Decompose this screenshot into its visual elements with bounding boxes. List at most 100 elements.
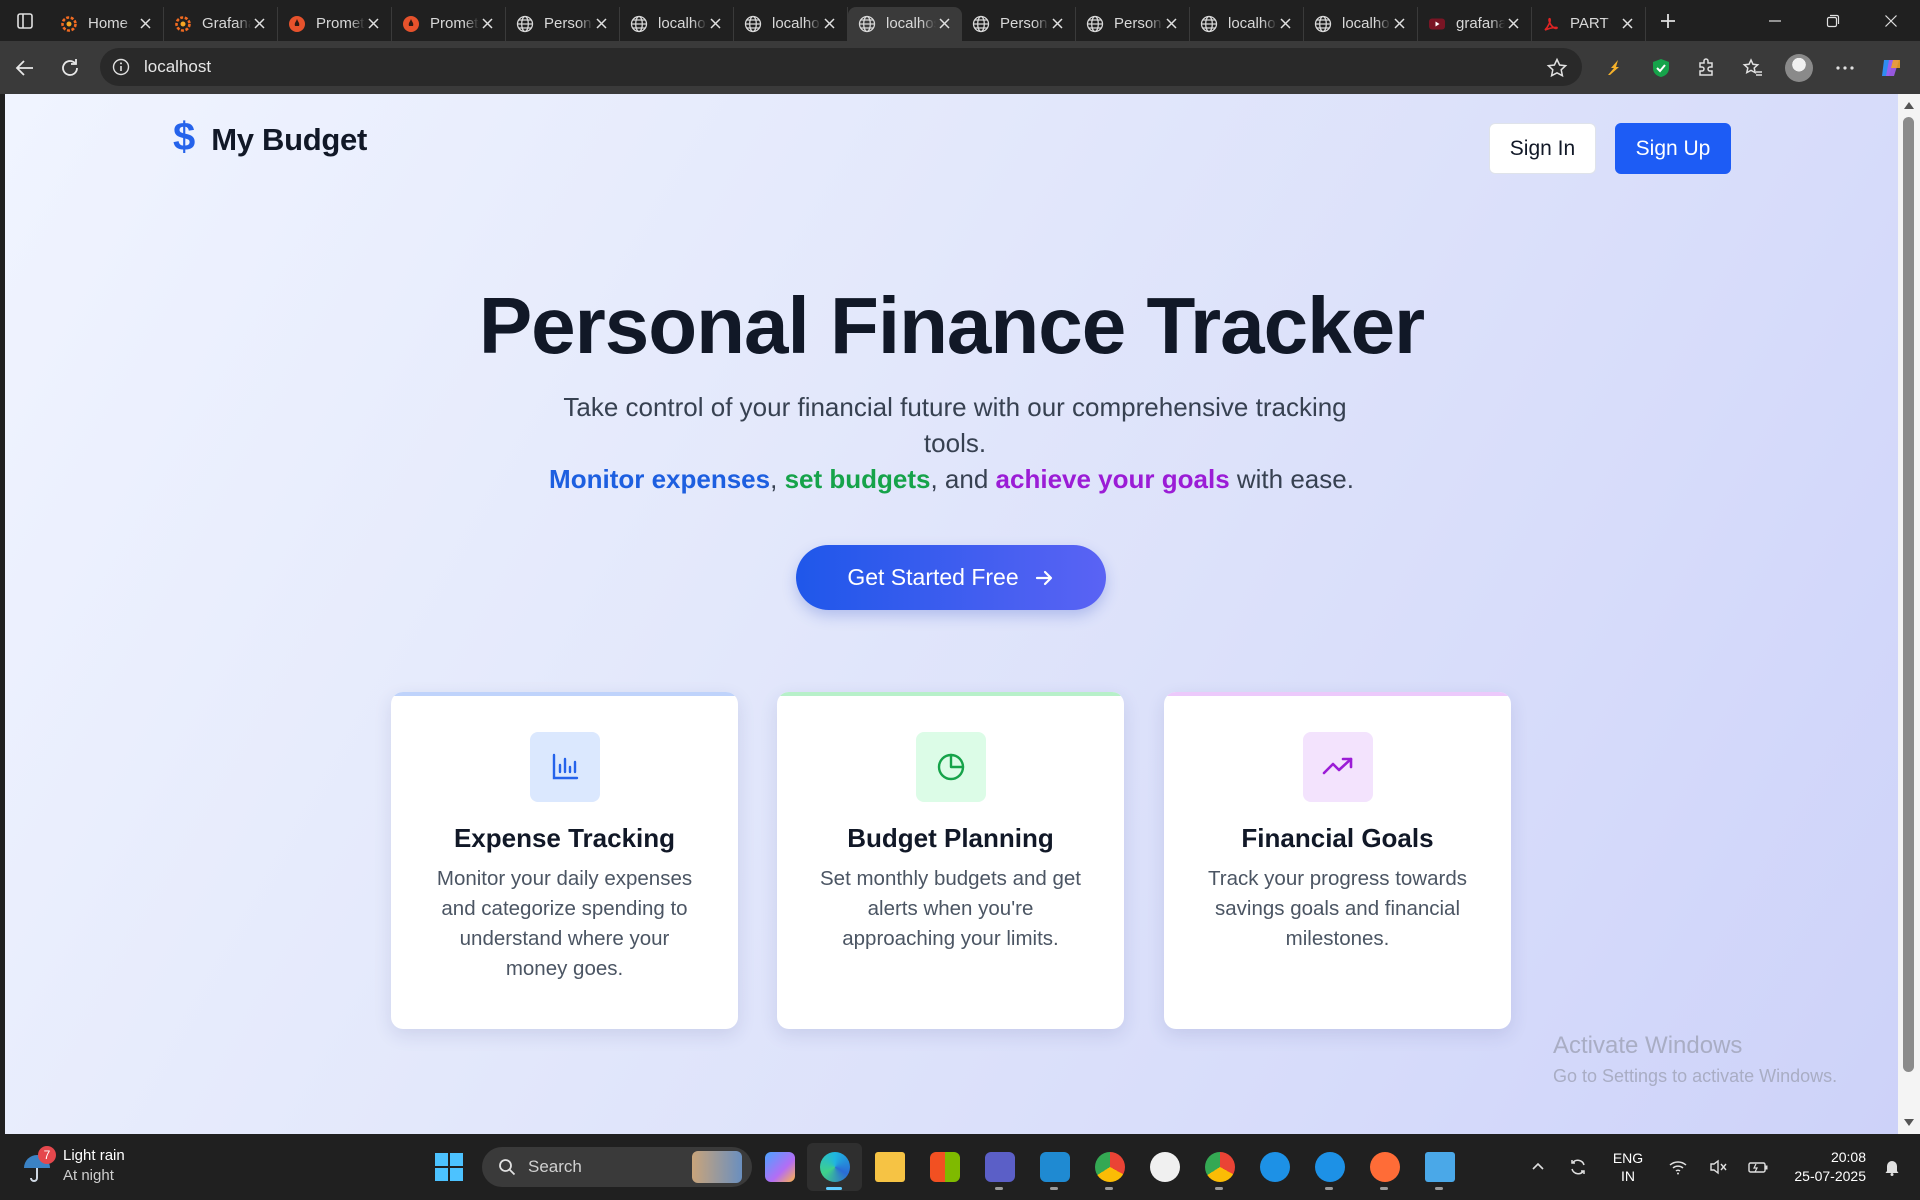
speaker-muted-icon[interactable] bbox=[1698, 1147, 1738, 1187]
weather-alert-badge: 7 bbox=[38, 1146, 56, 1164]
globe-icon bbox=[630, 15, 648, 33]
running-indicator bbox=[1435, 1187, 1443, 1190]
profile-avatar[interactable] bbox=[1776, 48, 1822, 88]
scroll-up-arrow-icon[interactable] bbox=[1904, 102, 1914, 109]
tab-close-icon[interactable] bbox=[251, 16, 267, 32]
favorite-star-icon[interactable] bbox=[1546, 57, 1568, 79]
tab-active[interactable]: localhost bbox=[848, 6, 962, 41]
url-text[interactable]: localhost bbox=[144, 57, 211, 77]
reload-button[interactable] bbox=[50, 48, 90, 88]
tab[interactable]: PART bbox=[1532, 6, 1646, 41]
new-tab-button[interactable] bbox=[1648, 1, 1688, 41]
address-bar[interactable]: localhost bbox=[100, 48, 1582, 86]
copilot-app[interactable] bbox=[752, 1143, 807, 1191]
tab-close-icon[interactable] bbox=[936, 16, 952, 32]
tab-label: localhost bbox=[658, 15, 707, 32]
highlight-set-budgets: set budgets bbox=[784, 464, 931, 494]
postman-app[interactable] bbox=[1357, 1143, 1412, 1191]
windows-taskbar: 7 Light rain At night Search ENG IN 20:0… bbox=[0, 1134, 1920, 1200]
wifi-icon[interactable] bbox=[1658, 1147, 1698, 1187]
site-info-icon[interactable] bbox=[110, 56, 132, 78]
back-button[interactable] bbox=[5, 48, 45, 88]
tab-close-icon[interactable] bbox=[1049, 16, 1065, 32]
feature-card-expense-tracking: Expense Tracking Monitor your daily expe… bbox=[391, 692, 738, 1029]
tab[interactable]: Personal bbox=[962, 6, 1076, 41]
tab-close-icon[interactable] bbox=[707, 16, 723, 32]
tab-close-icon[interactable] bbox=[137, 16, 153, 32]
more-options-icon[interactable] bbox=[1822, 48, 1868, 88]
input-language-indicator[interactable]: ENG IN bbox=[1598, 1149, 1658, 1185]
tab-label: Personal bbox=[1000, 15, 1049, 32]
sign-in-button[interactable]: Sign In bbox=[1489, 123, 1596, 174]
tab-close-icon[interactable] bbox=[1391, 16, 1407, 32]
tab[interactable]: Prometheus bbox=[392, 6, 506, 41]
card-accent-line bbox=[777, 692, 1124, 696]
tab[interactable]: localhost bbox=[620, 6, 734, 41]
highlight-achieve-goals: achieve your goals bbox=[995, 464, 1230, 494]
extension-shield-icon[interactable] bbox=[1638, 48, 1684, 88]
taskbar-search[interactable]: Search bbox=[482, 1147, 752, 1187]
tab-close-icon[interactable] bbox=[593, 16, 609, 32]
docker-app[interactable] bbox=[1247, 1143, 1302, 1191]
teams-app[interactable] bbox=[972, 1143, 1027, 1191]
docker-desktop-app[interactable] bbox=[1302, 1143, 1357, 1191]
globe-icon bbox=[516, 15, 534, 33]
feature-title: Financial Goals bbox=[1241, 823, 1434, 853]
page-scrollbar[interactable] bbox=[1898, 94, 1920, 1134]
watermark-title: Activate Windows bbox=[1553, 1032, 1743, 1059]
brand-logo[interactable]: $ My Budget bbox=[173, 117, 367, 160]
minimize-button[interactable] bbox=[1746, 0, 1804, 41]
tab-close-icon[interactable] bbox=[479, 16, 495, 32]
back-arrow-icon bbox=[15, 59, 33, 76]
extension-lightning-icon[interactable] bbox=[1592, 48, 1638, 88]
notifications-bell-icon[interactable] bbox=[1872, 1147, 1912, 1187]
show-hidden-icons-chevron-icon[interactable] bbox=[1518, 1147, 1558, 1187]
scrollbar-thumb[interactable] bbox=[1903, 117, 1914, 1072]
tab-close-icon[interactable] bbox=[1505, 16, 1521, 32]
tab-close-icon[interactable] bbox=[1277, 16, 1293, 32]
notepad-app[interactable] bbox=[1412, 1143, 1467, 1191]
file-explorer-app[interactable] bbox=[862, 1143, 917, 1191]
tab-label: localhost bbox=[772, 15, 821, 32]
globe-icon bbox=[744, 15, 762, 33]
vscode-app[interactable] bbox=[1027, 1143, 1082, 1191]
battery-icon[interactable] bbox=[1738, 1147, 1778, 1187]
chrome-app[interactable] bbox=[1082, 1143, 1137, 1191]
weather-widget[interactable]: 7 Light rain At night bbox=[20, 1146, 125, 1186]
tab-close-icon[interactable] bbox=[821, 16, 837, 32]
scroll-down-arrow-icon[interactable] bbox=[1904, 1119, 1914, 1126]
tab-label: Prometheus bbox=[316, 15, 365, 32]
chrome-profile-app[interactable] bbox=[1192, 1143, 1247, 1191]
tab[interactable]: Prometheus bbox=[278, 6, 392, 41]
restore-button[interactable] bbox=[1804, 0, 1862, 41]
globe-icon bbox=[1200, 15, 1218, 33]
copilot-icon[interactable] bbox=[1868, 48, 1914, 88]
sign-up-button[interactable]: Sign Up bbox=[1615, 123, 1731, 174]
tab[interactable]: Home bbox=[50, 6, 164, 41]
system-clock[interactable]: 20:08 25-07-2025 bbox=[1778, 1148, 1866, 1186]
close-window-button[interactable] bbox=[1862, 0, 1920, 41]
edge-browser-app[interactable] bbox=[807, 1143, 862, 1191]
tab[interactable]: localhost bbox=[1304, 6, 1418, 41]
tab-actions-button[interactable] bbox=[0, 0, 50, 41]
get-started-label: Get Started Free bbox=[847, 564, 1019, 590]
extensions-puzzle-icon[interactable] bbox=[1684, 48, 1730, 88]
tab[interactable]: Grafana bbox=[164, 6, 278, 41]
tab[interactable]: grafana bbox=[1418, 6, 1532, 41]
tab[interactable]: Personal bbox=[506, 6, 620, 41]
tab[interactable]: localhost bbox=[734, 6, 848, 41]
clock-time: 20:08 bbox=[1830, 1149, 1866, 1165]
tab[interactable]: Personal bbox=[1076, 6, 1190, 41]
tab-close-icon[interactable] bbox=[365, 16, 381, 32]
tab-close-icon[interactable] bbox=[1163, 16, 1179, 32]
start-button[interactable] bbox=[424, 1143, 474, 1191]
pdf-icon bbox=[1542, 15, 1560, 33]
tab-close-icon[interactable] bbox=[1619, 16, 1635, 32]
mongodb-compass-app[interactable] bbox=[1137, 1143, 1192, 1191]
edge-icon bbox=[819, 1152, 850, 1182]
get-started-button[interactable]: Get Started Free bbox=[796, 545, 1106, 610]
microsoft-store-app[interactable] bbox=[917, 1143, 972, 1191]
sync-icon[interactable] bbox=[1558, 1147, 1598, 1187]
tab[interactable]: localhost bbox=[1190, 6, 1304, 41]
favorites-icon[interactable] bbox=[1730, 48, 1776, 88]
